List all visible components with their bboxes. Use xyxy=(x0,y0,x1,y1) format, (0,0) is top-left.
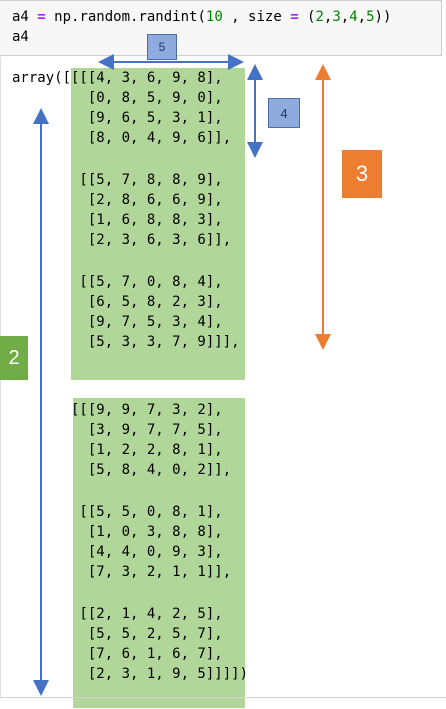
cell-bottom-border xyxy=(0,697,446,698)
output-line: [7, 6, 1, 6, 7], xyxy=(12,646,223,662)
label-box-3: 3 xyxy=(342,150,382,198)
output-line: [[5, 5, 0, 8, 1], xyxy=(12,504,223,520)
output-line: [[[9, 9, 7, 3, 2], xyxy=(12,402,223,418)
output-line: [4, 4, 0, 9, 3], xyxy=(12,544,223,560)
output-line: [1, 2, 2, 8, 1], xyxy=(12,442,223,458)
output-line: [2, 8, 6, 6, 9], xyxy=(12,192,223,208)
code-line-2: a4 xyxy=(12,29,29,45)
output-line: [8, 0, 4, 9, 6]], xyxy=(12,130,232,146)
output-line: [1, 0, 3, 8, 8], xyxy=(12,524,223,540)
output-line: [0, 8, 5, 9, 0], xyxy=(12,90,223,106)
output-line: [6, 5, 8, 2, 3], xyxy=(12,294,223,310)
code-input-cell[interactable]: a4 = np.random.randint(10 , size = (2,3,… xyxy=(0,0,442,56)
code-line-1: a4 = np.random.randint(10 , size = (2,3,… xyxy=(12,9,392,25)
output-line: [9, 7, 5, 3, 4], xyxy=(12,314,223,330)
output-line: [5, 3, 3, 7, 9]]], xyxy=(12,334,240,350)
label-box-5: 5 xyxy=(147,34,177,60)
output-line: [[2, 1, 4, 2, 5], xyxy=(12,606,223,622)
output-line: [2, 3, 1, 9, 5]]]]) xyxy=(12,666,249,682)
output-line: [9, 6, 5, 3, 1], xyxy=(12,110,223,126)
output-line: [2, 3, 6, 3, 6]], xyxy=(12,232,232,248)
output-line: [[5, 7, 8, 8, 9], xyxy=(12,172,223,188)
output-line: [1, 6, 8, 8, 3], xyxy=(12,212,223,228)
output-line: array([[[[4, 3, 6, 9, 8], xyxy=(12,70,223,86)
output-line: [5, 8, 4, 0, 2]], xyxy=(12,462,232,478)
output-line: [3, 9, 7, 7, 5], xyxy=(12,422,223,438)
output-line: [5, 5, 2, 5, 7], xyxy=(12,626,223,642)
label-box-2: 2 xyxy=(0,336,28,380)
output-line: [[5, 7, 0, 8, 4], xyxy=(12,274,223,290)
label-box-4: 4 xyxy=(268,98,300,128)
output-line: [7, 3, 2, 1, 1]], xyxy=(12,564,232,580)
